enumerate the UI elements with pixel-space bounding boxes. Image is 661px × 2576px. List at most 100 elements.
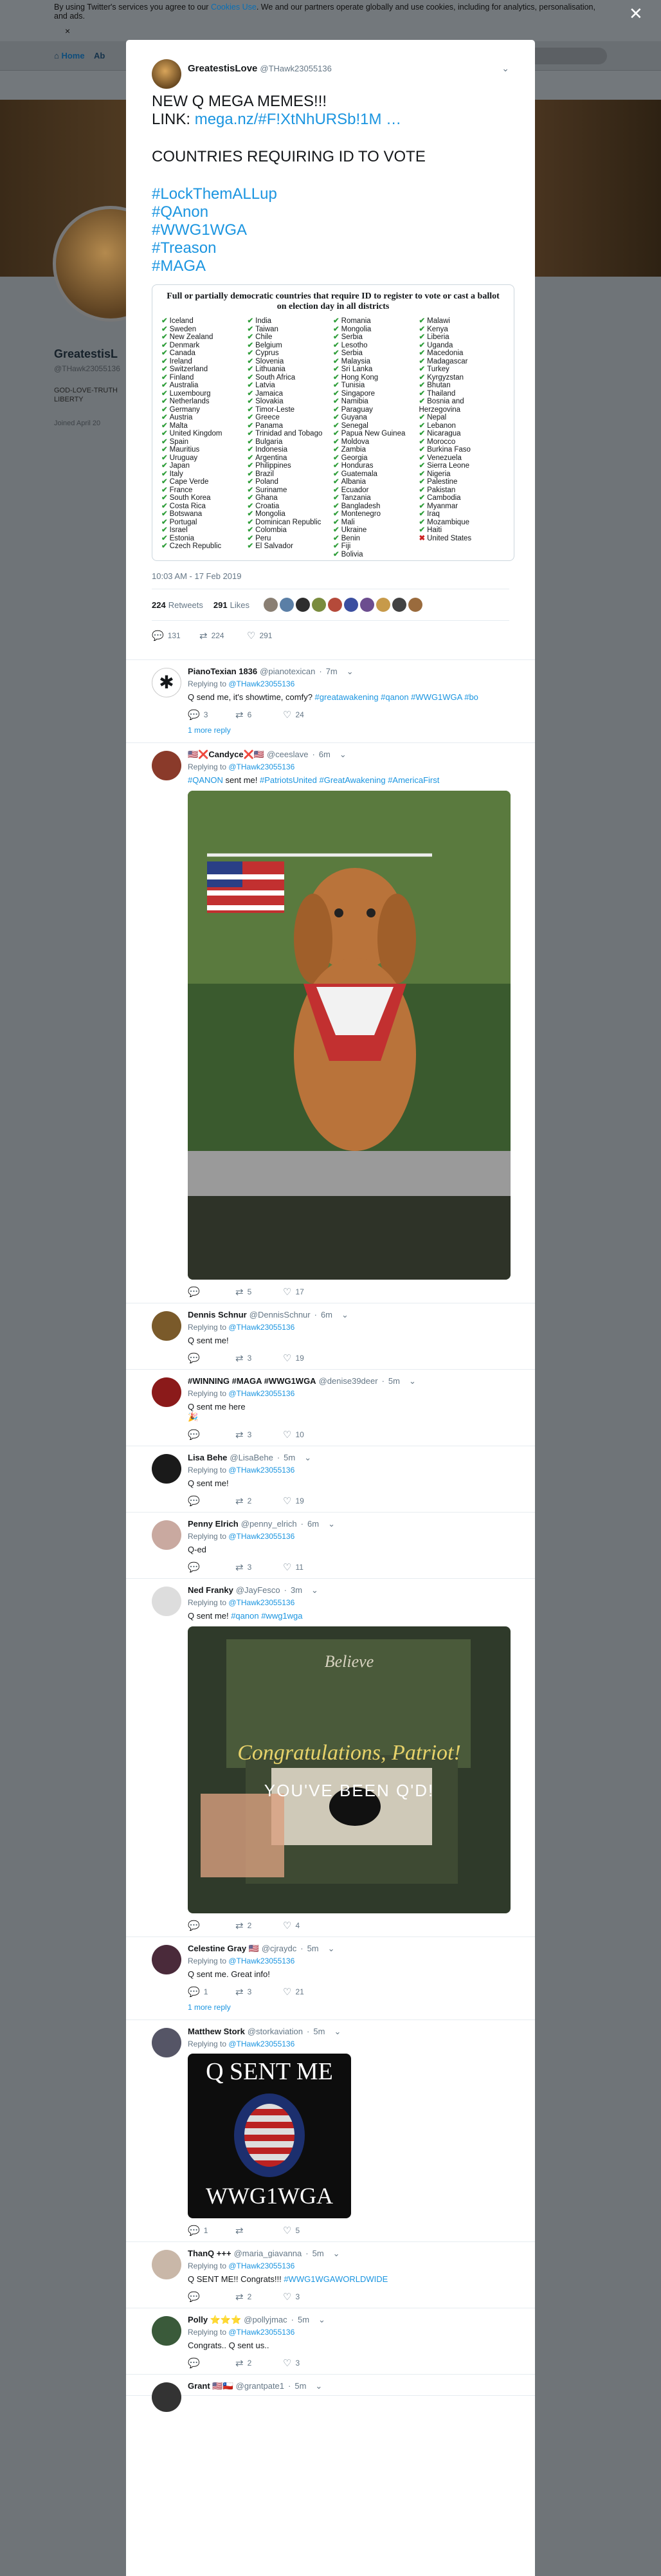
hashtag-link[interactable]: #qanon #wwg1wga (231, 1611, 302, 1621)
hashtag-link[interactable]: #LockThemALLup (152, 185, 277, 203)
reply-avatar[interactable] (152, 2028, 181, 2057)
reply-author-handle[interactable]: @ceeslave (267, 750, 309, 759)
like-button[interactable]: ♡ 19 (283, 1495, 330, 1507)
replying-to-handle[interactable]: @THawk23055136 (228, 2328, 294, 2337)
chevron-down-icon[interactable]: ⌄ (311, 1585, 318, 1595)
reply-avatar[interactable] (152, 2250, 181, 2279)
reply-author-handle[interactable]: @cjraydc (262, 1944, 296, 1953)
like-button[interactable]: ♡ 5 (283, 2225, 330, 2236)
reply-button[interactable]: 💬 3 (188, 709, 235, 721)
reply-avatar[interactable] (152, 1520, 181, 1550)
replying-to-handle[interactable]: @THawk23055136 (228, 679, 294, 688)
retweet-button[interactable]: ⇄ 5 (235, 1286, 283, 1298)
reply-author-name[interactable]: PianoTexian 1836 (188, 667, 257, 676)
reply-author-handle[interactable]: @storkaviation (248, 2027, 303, 2036)
retweet-button[interactable]: ⇄ 6 (235, 709, 283, 721)
replying-to-handle[interactable]: @THawk23055136 (228, 762, 294, 771)
reply-author-handle[interactable]: @denise39deer (319, 1376, 378, 1386)
home-icon[interactable]: ⌂ (54, 51, 61, 60)
replying-to-handle[interactable]: @THawk23055136 (228, 1389, 294, 1398)
chevron-down-icon[interactable]: ⌄ (334, 2027, 341, 2036)
like-button[interactable]: ♡ 291 (247, 630, 294, 641)
hashtag-line[interactable]: #WWG1WGA (152, 221, 509, 239)
hashtag-link[interactable]: #QAnon (152, 203, 208, 221)
reply-author-name[interactable]: Penny Elrich (188, 1519, 239, 1529)
retweet-button[interactable]: ⇄ 3 (235, 1429, 283, 1440)
reply-author-name[interactable]: Polly ⭐⭐⭐ (188, 2315, 241, 2324)
liker-avatar[interactable] (408, 598, 422, 612)
reply-time[interactable]: 7m (326, 667, 338, 676)
retweet-button[interactable]: ⇄ 2 (235, 2357, 283, 2369)
hashtag-link[interactable]: #WWG1WGAWORLDWIDE (284, 2274, 388, 2284)
reply-button[interactable]: 💬 (188, 1286, 235, 1298)
reply-author-name[interactable]: #WINNING #MAGA #WWG1WGA (188, 1376, 316, 1386)
reply-author-name[interactable]: Matthew Stork (188, 2027, 245, 2036)
replying-to-handle[interactable]: @THawk23055136 (228, 1323, 294, 1332)
ring-box-photo[interactable]: Believe Congratulations, Patriot! YOU'VE B… (188, 1626, 511, 1913)
retweet-button[interactable]: ⇄ 3 (235, 1986, 283, 1998)
liker-avatar[interactable] (359, 598, 374, 612)
like-button[interactable]: ♡ 3 (283, 2357, 330, 2369)
author-name[interactable]: GreatestisLove (188, 63, 257, 74)
like-button[interactable]: ♡ 21 (283, 1986, 330, 1998)
reply-button[interactable]: 💬 131 (152, 630, 199, 641)
reply-time[interactable]: 5m (298, 2315, 309, 2324)
reply-author-name[interactable]: Celestine Gray 🇺🇸 (188, 1944, 259, 1953)
retweet-button[interactable]: ⇄ (235, 2225, 283, 2236)
chevron-down-icon[interactable]: ⌄ (304, 1453, 311, 1462)
like-button[interactable]: ♡ 19 (283, 1352, 330, 1364)
reply-author-name[interactable]: Grant 🇺🇸🇨🇱 (188, 2381, 233, 2391)
reply-avatar[interactable] (152, 751, 181, 780)
hashtag-link[interactable]: #WWG1WGA (152, 221, 247, 239)
reply-time[interactable]: 5m (294, 2381, 306, 2391)
liker-avatar[interactable] (295, 598, 310, 612)
chevron-down-icon[interactable]: ⌄ (341, 1310, 349, 1320)
reply-time[interactable]: 5m (284, 1453, 295, 1462)
chevron-down-icon[interactable]: ⌄ (502, 63, 509, 74)
like-button[interactable]: ♡ 10 (283, 1429, 330, 1440)
dog-flag-photo[interactable] (188, 791, 511, 1280)
chevron-down-icon[interactable]: ⌄ (409, 1376, 416, 1386)
reply-avatar[interactable] (152, 1454, 181, 1484)
liker-avatar[interactable] (263, 598, 278, 612)
liker-avatar[interactable] (392, 598, 406, 612)
replying-to-handle[interactable]: @THawk23055136 (228, 1598, 294, 1607)
replying-to-handle[interactable]: @THawk23055136 (228, 2261, 294, 2270)
chevron-down-icon[interactable]: ⌄ (315, 2381, 322, 2391)
like-button[interactable]: ♡ 17 (283, 1286, 330, 1298)
hashtag-link[interactable]: #PatriotsUnited #GreatAwakening #America… (260, 775, 439, 785)
reply-author-name[interactable]: 🇺🇸❌Candyce❌🇺🇸 (188, 750, 264, 759)
replying-to-handle[interactable]: @THawk23055136 (228, 1956, 294, 1965)
reply-button[interactable]: 💬 (188, 2291, 235, 2303)
reply-avatar[interactable]: ✱ (152, 668, 181, 697)
chevron-down-icon[interactable]: ⌄ (340, 750, 347, 759)
like-button[interactable]: ♡ 24 (283, 709, 330, 721)
reply-button[interactable]: 💬 (188, 1352, 235, 1364)
reply-avatar[interactable] (152, 1311, 181, 1341)
nav-home-link[interactable]: Home (61, 51, 84, 60)
reply-button[interactable]: 💬 1 (188, 1986, 235, 1998)
liker-avatar[interactable] (327, 598, 342, 612)
reply-time[interactable]: 6m (307, 1519, 319, 1529)
reply-avatar[interactable] (152, 1377, 181, 1407)
reply-author-handle[interactable]: @pianotexican (260, 667, 315, 676)
reply-avatar[interactable] (152, 1945, 181, 1974)
close-icon[interactable]: ✕ (629, 5, 643, 22)
show-more-replies-link[interactable]: 1 more reply (188, 2003, 525, 2012)
tweet-image-card[interactable]: Full or partially democratic countries t… (152, 284, 514, 561)
cookie-close-icon[interactable]: × (65, 26, 70, 35)
retweet-button[interactable]: ⇄ 3 (235, 1352, 283, 1364)
cookie-policy-link[interactable]: Cookies Use (211, 3, 257, 12)
reply-author-name[interactable]: Lisa Behe (188, 1453, 227, 1462)
author-avatar[interactable] (152, 59, 181, 89)
reply-author-handle[interactable]: @pollyjmac (244, 2315, 287, 2324)
reply-button[interactable]: 💬 (188, 1561, 235, 1573)
hashtag-line[interactable]: #MAGA (152, 257, 509, 275)
reply-button[interactable]: 💬 1 (188, 2225, 235, 2236)
reply-time[interactable]: 5m (307, 1944, 319, 1953)
retweet-button[interactable]: ⇄ 2 (235, 1495, 283, 1507)
like-button[interactable]: ♡ 3 (283, 2291, 330, 2303)
show-more-replies-link[interactable]: 1 more reply (188, 726, 525, 735)
reply-time[interactable]: 3m (291, 1585, 302, 1595)
reply-button[interactable]: 💬 (188, 1495, 235, 1507)
